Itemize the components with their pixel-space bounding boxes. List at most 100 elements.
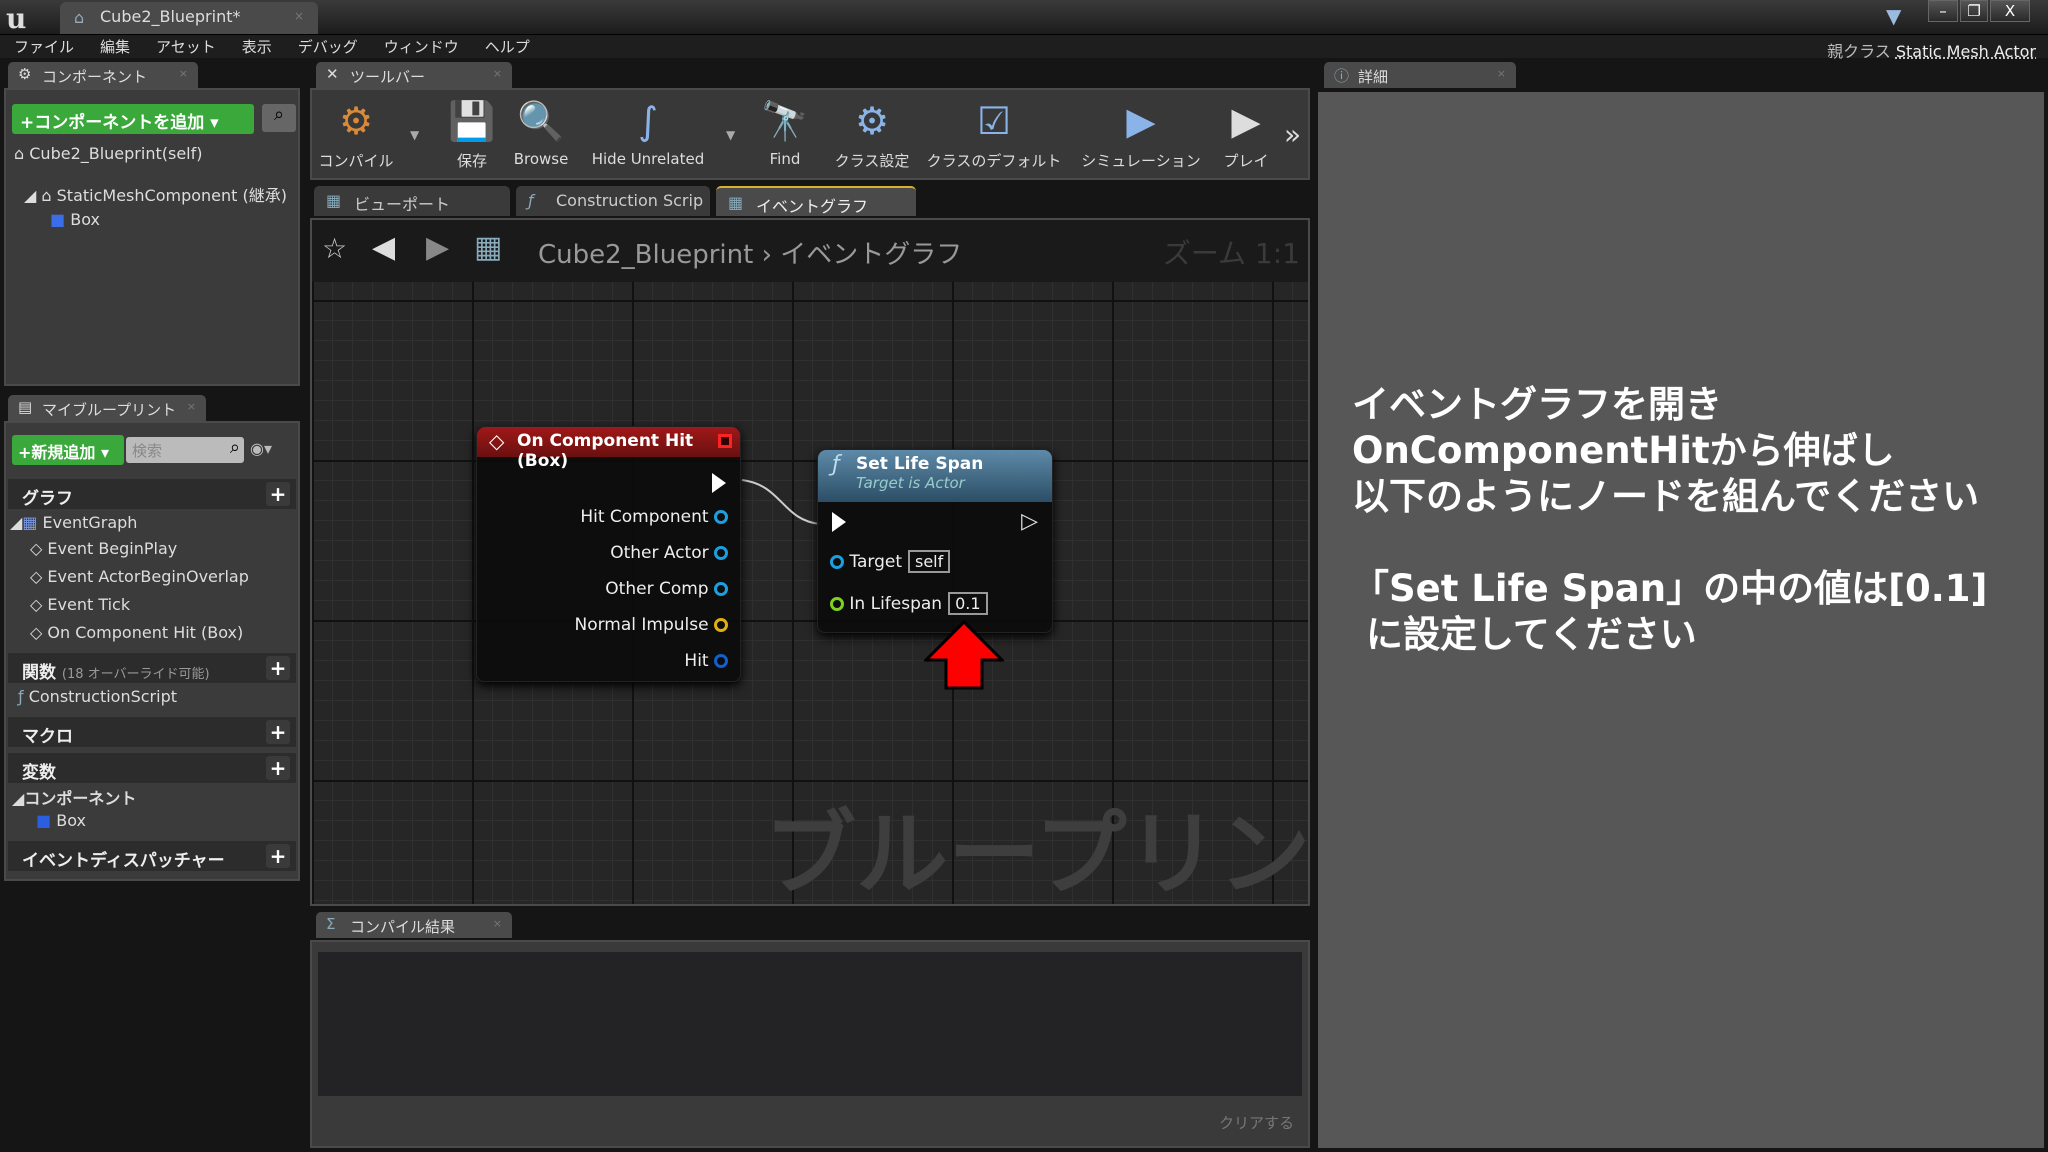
- components-header-label: コンポーネント: [24, 789, 137, 808]
- clear-button[interactable]: クリアする: [1219, 1112, 1294, 1133]
- lifespan-value-input[interactable]: 0.1: [948, 592, 988, 615]
- class-settings-button[interactable]: ⚙ クラス設定: [830, 92, 914, 178]
- graphs-section-header[interactable]: グラフ +: [8, 479, 296, 509]
- exec-out-pin-icon[interactable]: ▷: [1021, 511, 1038, 533]
- tab-viewport[interactable]: ▦ ビューポート: [314, 186, 510, 216]
- variables-section-header[interactable]: 変数 +: [8, 753, 296, 783]
- details-icon: ⓘ: [1334, 67, 1350, 85]
- pin-target[interactable]: Target self: [830, 550, 951, 573]
- node-subtitle: Target is Actor: [856, 474, 965, 492]
- pin-hit[interactable]: Hit: [684, 651, 728, 671]
- menu-window[interactable]: ウィンドウ: [384, 35, 459, 59]
- delegate-pin-icon[interactable]: [718, 434, 732, 448]
- add-function-button[interactable]: +: [266, 656, 290, 680]
- hide-unrelated-button[interactable]: ∫ Hide Unrelated: [588, 92, 708, 178]
- compile-button[interactable]: ⚙ コンパイル: [316, 92, 396, 178]
- minimize-button[interactable]: –: [1928, 0, 1958, 22]
- restore-button[interactable]: ❐: [1960, 0, 1988, 22]
- my-blueprint-tab[interactable]: ▤ マイブループリント ×: [8, 395, 206, 421]
- component-self[interactable]: ⌂ Cube2_Blueprint(self): [14, 144, 202, 163]
- add-new-button[interactable]: +新規追加 ▾: [12, 435, 124, 465]
- play-icon: ▶: [1231, 99, 1261, 143]
- close-tab-icon[interactable]: ×: [294, 9, 304, 23]
- cube-icon: ■: [50, 210, 66, 229]
- add-component-button[interactable]: +コンポーネントを追加 ▾: [12, 104, 254, 134]
- graph-icon: ▦: [22, 513, 38, 532]
- tree-event[interactable]: ◇ Event Tick: [8, 593, 296, 621]
- tab-construction-script[interactable]: ƒ Construction Scrip: [516, 186, 710, 216]
- pin-other-comp[interactable]: Other Comp: [605, 579, 728, 599]
- functions-section-header[interactable]: 関数 (18 オーバーライド可能) +: [8, 653, 296, 683]
- toolbar-overflow-icon[interactable]: »: [1284, 118, 1301, 151]
- object-pin-icon: [714, 510, 728, 524]
- simulation-button[interactable]: ▶ シミュレーション: [1080, 92, 1202, 178]
- menu-view[interactable]: 表示: [242, 35, 272, 59]
- components-tab[interactable]: ⚙ コンポーネント ×: [8, 62, 198, 88]
- component-box[interactable]: ■ Box: [50, 210, 100, 229]
- pin-label: Other Actor: [610, 543, 709, 563]
- macros-header-label: マクロ: [22, 727, 73, 747]
- details-tab[interactable]: ⓘ 詳細 ×: [1324, 62, 1516, 88]
- tree-box[interactable]: ■ Box: [8, 809, 296, 837]
- toolbar-tab-label: ツールバー: [350, 68, 426, 86]
- pin-other-actor[interactable]: Other Actor: [610, 543, 728, 563]
- macros-section-header[interactable]: マクロ +: [8, 717, 296, 747]
- browse-button[interactable]: 🔍 Browse: [506, 92, 576, 178]
- exec-in-pin-icon[interactable]: [832, 512, 846, 532]
- class-defaults-button[interactable]: ☑ クラスのデフォルト: [926, 92, 1062, 178]
- search-icon[interactable]: ⌕: [262, 104, 296, 132]
- compile-results-tab[interactable]: Σ コンパイル結果 ×: [316, 912, 512, 938]
- pin-label: Hit Component: [580, 507, 709, 527]
- compile-options-chevron-icon[interactable]: ▼: [410, 128, 419, 142]
- menu-debug[interactable]: デバッグ: [298, 35, 358, 59]
- tree-construction-script[interactable]: ƒ ConstructionScript: [8, 683, 296, 713]
- toolbar-tab[interactable]: ✕ ツールバー ×: [316, 62, 512, 88]
- close-tab-icon[interactable]: ×: [493, 917, 502, 930]
- parent-class-link[interactable]: Static Mesh Actor: [1896, 42, 2036, 61]
- variables-header-label: 変数: [22, 763, 56, 783]
- close-tab-icon[interactable]: ×: [493, 67, 502, 80]
- document-tab[interactable]: ⌂ Cube2_Blueprint* ×: [60, 2, 318, 34]
- tree-components[interactable]: ◢コンポーネント: [8, 783, 296, 809]
- visibility-eye-icon[interactable]: ◉▾: [250, 439, 272, 458]
- set-life-span-node[interactable]: ƒ Set Life Span Target is Actor ▷ Target se…: [817, 449, 1053, 633]
- tree-eventgraph[interactable]: ◢▦ EventGraph: [8, 509, 296, 537]
- details-tab-label: 詳細: [1358, 68, 1389, 86]
- tree-event[interactable]: ◇ Event ActorBeginOverlap: [8, 565, 296, 593]
- dispatchers-section-header[interactable]: イベントディスパッチャー +: [8, 841, 296, 871]
- add-macro-button[interactable]: +: [266, 720, 290, 744]
- object-pin-icon: [830, 555, 844, 569]
- on-component-hit-node[interactable]: ◇ On Component Hit (Box) Hit Component Ot…: [476, 426, 741, 682]
- search-input[interactable]: 検索 ⌕: [126, 437, 244, 463]
- close-tab-icon[interactable]: ×: [187, 400, 196, 413]
- tab-event-graph[interactable]: ▦ イベントグラフ: [716, 186, 916, 216]
- add-dispatcher-button[interactable]: +: [266, 844, 290, 868]
- exec-out-pin-icon[interactable]: [712, 473, 726, 493]
- play-button[interactable]: ▶ プレイ: [1210, 92, 1282, 178]
- class-settings-label: クラス設定: [834, 152, 910, 170]
- menu-asset[interactable]: アセット: [156, 35, 216, 59]
- graph-canvas[interactable]: ☆ ◀ ▶ ▦ Cube2_Blueprint › イベントグラフ ズーム 1:…: [310, 218, 1310, 906]
- tree-event[interactable]: ◇ Event BeginPlay: [8, 537, 296, 565]
- save-label: 保存: [456, 152, 487, 170]
- class-settings-icon: ⚙: [854, 99, 890, 143]
- hide-unrelated-chevron-icon[interactable]: ▼: [726, 128, 735, 142]
- close-tab-icon[interactable]: ×: [179, 67, 188, 80]
- add-graph-button[interactable]: +: [266, 482, 290, 506]
- pin-hit-component[interactable]: Hit Component: [580, 507, 728, 527]
- pin-label: Other Comp: [605, 579, 709, 599]
- menu-edit[interactable]: 編集: [100, 35, 130, 59]
- save-button[interactable]: 💾 保存: [440, 92, 504, 178]
- tree-event[interactable]: ◇ On Component Hit (Box): [8, 621, 296, 649]
- menu-help[interactable]: ヘルプ: [485, 35, 530, 59]
- find-button[interactable]: 🔭 Find: [756, 92, 814, 178]
- pin-label: Hit: [684, 651, 709, 671]
- component-static-mesh[interactable]: ◢ ⌂ StaticMeshComponent (継承): [24, 182, 287, 206]
- pin-in-lifespan[interactable]: In Lifespan 0.1: [830, 592, 988, 615]
- close-button[interactable]: X: [1990, 0, 2030, 22]
- menu-file[interactable]: ファイル: [14, 35, 74, 59]
- source-control-icon[interactable]: ▼: [1886, 4, 1901, 28]
- close-tab-icon[interactable]: ×: [1497, 67, 1506, 80]
- add-variable-button[interactable]: +: [266, 756, 290, 780]
- pin-normal-impulse[interactable]: Normal Impulse: [575, 615, 728, 635]
